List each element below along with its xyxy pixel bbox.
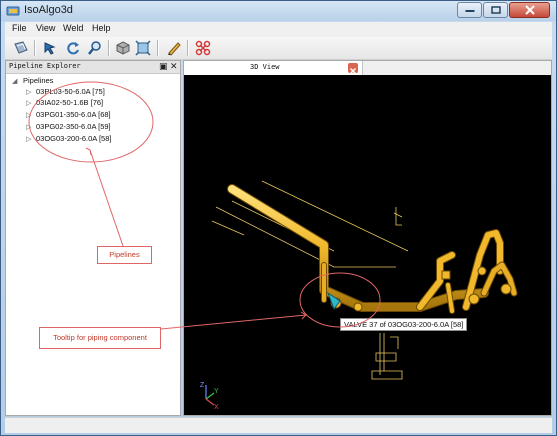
- tooltip-callout: Tooltip for piping component: [39, 327, 161, 349]
- toolbar-separator: [108, 40, 109, 56]
- expand-arrow-icon[interactable]: ▷: [26, 99, 31, 107]
- toolbar: [5, 37, 552, 60]
- tab-3d-view[interactable]: 3D View: [184, 61, 363, 75]
- pipeline-explorer-panel: Pipeline Explorer ▣ ✕ ◢ Pipelines ▷ 03PL…: [5, 60, 181, 416]
- toolbar-separator: [157, 40, 158, 56]
- menu-bar: File View Weld Help: [5, 22, 552, 38]
- tree-item-label: 03PG02-350-6.0A [59]: [36, 122, 111, 131]
- title-bar[interactable]: IsoAlgo3d: [1, 1, 556, 21]
- pipe-run-main: [227, 184, 518, 314]
- open-file-icon[interactable]: [13, 40, 29, 56]
- axis-x-label: X: [214, 404, 219, 411]
- 3d-viewport[interactable]: Z Y X VALVE 37 of 03OG03-200-6.0A [58]: [184, 75, 551, 415]
- rotate-icon[interactable]: [65, 40, 81, 56]
- tree-root-label: Pipelines: [23, 76, 54, 85]
- view-pane: 3D View Z Y X VALVE 37 of 03OG03-200-6.0…: [183, 60, 552, 416]
- menu-weld[interactable]: Weld: [63, 23, 83, 33]
- menu-view[interactable]: View: [36, 23, 55, 33]
- pipelines-callout: Pipelines: [97, 246, 152, 264]
- expand-arrow-icon[interactable]: ▷: [26, 111, 31, 119]
- menu-file[interactable]: File: [12, 23, 27, 33]
- close-button[interactable]: [509, 2, 550, 18]
- piping-model: Z Y X: [200, 180, 518, 411]
- main-window: IsoAlgo3d File View Weld Help Pipeline E…: [0, 0, 557, 436]
- tab-close-button[interactable]: [348, 63, 358, 75]
- tree-item-label: 03OG03-200-6.0A [58]: [36, 134, 112, 143]
- view-cube-icon[interactable]: [115, 40, 131, 56]
- expand-arrow-icon[interactable]: ▷: [26, 88, 31, 96]
- hide-icon[interactable]: [195, 40, 211, 56]
- expand-arrow-icon[interactable]: ▷: [26, 135, 31, 143]
- axis-indicator: [205, 385, 215, 406]
- close-icon: [524, 5, 535, 15]
- toolbar-separator: [34, 40, 35, 56]
- tab-label: 3D View: [250, 63, 280, 71]
- menu-help[interactable]: Help: [92, 23, 111, 33]
- fit-view-icon[interactable]: [135, 40, 151, 56]
- axis-y-label: Y: [214, 388, 219, 395]
- toolbar-separator: [187, 40, 188, 56]
- status-bar: [5, 417, 552, 433]
- float-panel-button[interactable]: ▣: [159, 61, 168, 72]
- tree-item-label: 03PG01-350-6.0A [68]: [36, 110, 111, 119]
- expand-arrow-icon[interactable]: ▷: [26, 123, 31, 131]
- explorer-header: Pipeline Explorer ▣ ✕: [6, 61, 180, 74]
- zoom-icon[interactable]: [87, 40, 103, 56]
- tree-item-label: 03PL03-50-6.0A [75]: [36, 87, 105, 96]
- axis-z-label: Z: [200, 382, 205, 389]
- collapse-arrow-icon[interactable]: ◢: [12, 77, 17, 85]
- minimize-button[interactable]: [457, 2, 482, 18]
- maximize-button[interactable]: [483, 2, 508, 18]
- wireframe-pipes: [211, 180, 409, 380]
- close-panel-button[interactable]: ✕: [170, 61, 178, 72]
- tree-item-label: 03IA02-50-1.6B [76]: [36, 98, 104, 107]
- window-controls: [456, 2, 550, 19]
- component-tooltip: VALVE 37 of 03OG03-200-6.0A [58]: [340, 318, 468, 331]
- explorer-title: Pipeline Explorer: [9, 62, 81, 70]
- window-title: IsoAlgo3d: [24, 4, 73, 16]
- app-icon: [6, 6, 20, 16]
- pencil-icon[interactable]: [166, 40, 182, 56]
- pan-icon[interactable]: [42, 40, 58, 56]
